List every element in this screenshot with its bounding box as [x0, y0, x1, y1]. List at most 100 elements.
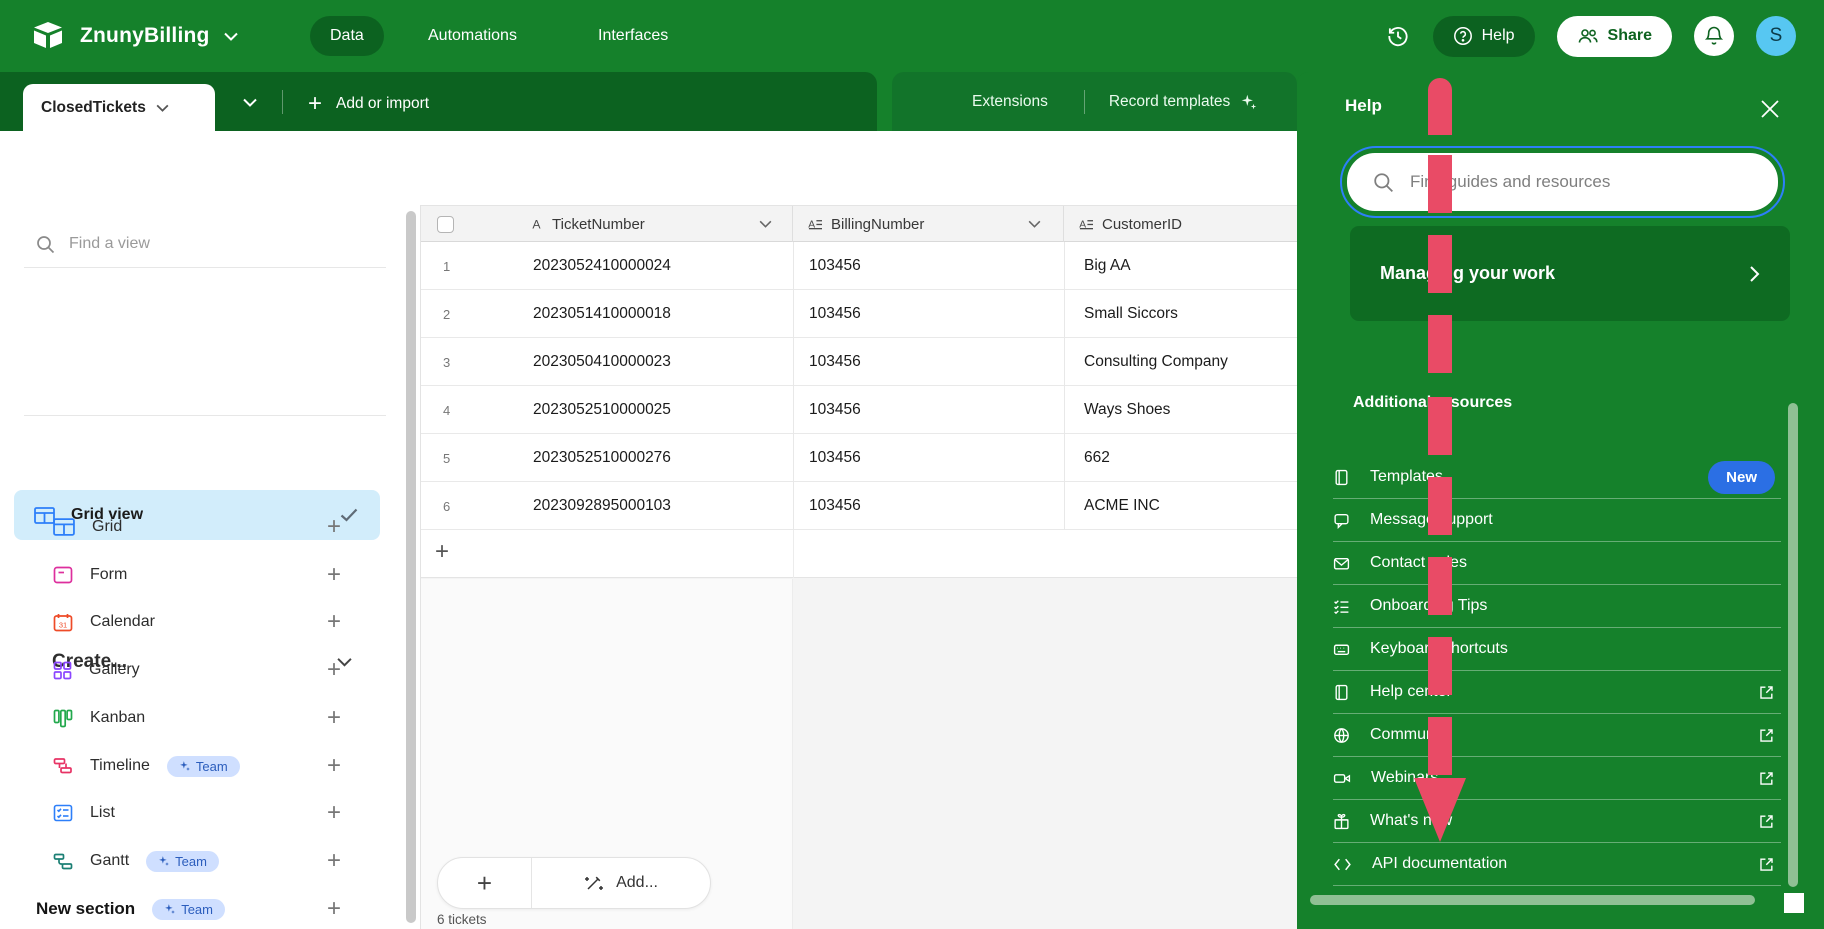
find-view-input[interactable]	[69, 235, 309, 253]
cell-billingnumber[interactable]: 103456	[809, 386, 861, 434]
app-title-chevron-down-icon[interactable]	[224, 32, 238, 41]
help-item-templates[interactable]: Templates New	[1333, 456, 1781, 499]
search-icon	[1373, 172, 1394, 193]
add-or-import-button[interactable]: + Add or import	[308, 90, 429, 118]
cell-billingnumber[interactable]: 103456	[809, 482, 861, 530]
help-vertical-scrollbar[interactable]	[1788, 403, 1798, 887]
nav-tab-interfaces[interactable]: Interfaces	[578, 16, 688, 56]
help-item-label: Contact sales	[1370, 554, 1467, 572]
help-item-webinars[interactable]: Webinars	[1333, 757, 1781, 800]
app-title[interactable]: ZnunyBilling	[80, 24, 210, 48]
table-row[interactable]: 3 2023050410000023 103456 Consulting Com…	[421, 338, 1297, 386]
team-badge-label: Team	[175, 854, 207, 869]
cell-customerid[interactable]: ACME INC	[1084, 482, 1160, 530]
team-badge-label: Team	[181, 902, 213, 917]
column-header-customerid[interactable]: A CustomerID	[1064, 206, 1297, 242]
row-number: 5	[443, 434, 450, 482]
table-tab-chevron-down-icon[interactable]	[156, 104, 169, 112]
notifications-button[interactable]	[1694, 16, 1734, 56]
add-view-plus-icon[interactable]: +	[327, 752, 341, 780]
help-horizontal-scrollbar[interactable]	[1310, 895, 1755, 905]
create-item-grid[interactable]: Grid +	[53, 510, 383, 544]
cell-ticketnumber[interactable]: 2023051410000018	[533, 290, 671, 338]
cell-ticketnumber[interactable]: 2023052510000025	[533, 386, 671, 434]
cell-billingnumber[interactable]: 103456	[809, 242, 861, 290]
column-chevron-down-icon[interactable]	[759, 220, 772, 228]
create-item-calendar[interactable]: 31 Calendar +	[53, 605, 383, 639]
add-record-row[interactable]: +	[421, 530, 1297, 578]
timeline-icon	[53, 757, 73, 775]
cell-ticketnumber[interactable]: 2023050410000023	[533, 338, 671, 386]
add-view-plus-icon[interactable]: +	[327, 799, 341, 827]
column-header-billingnumber[interactable]: A BillingNumber	[793, 206, 1064, 242]
cell-customerid[interactable]: Small Siccors	[1084, 290, 1178, 338]
table-row[interactable]: 2 2023051410000018 103456 Small Siccors	[421, 290, 1297, 338]
help-item-help-center[interactable]: Help center	[1333, 671, 1781, 714]
cell-billingnumber[interactable]: 103456	[809, 338, 861, 386]
external-link-icon	[1758, 684, 1775, 701]
cell-customerid[interactable]: Big AA	[1084, 242, 1131, 290]
close-icon[interactable]	[1759, 98, 1781, 120]
add-view-plus-icon[interactable]: +	[327, 847, 341, 875]
help-item-message-support[interactable]: Message support	[1333, 499, 1781, 542]
sidebar-scrollbar[interactable]	[406, 211, 416, 923]
cell-ticketnumber[interactable]: 2023092895000103	[533, 482, 671, 530]
nav-tab-automations[interactable]: Automations	[408, 16, 537, 56]
cell-customerid[interactable]: Consulting Company	[1084, 338, 1228, 386]
share-button[interactable]: Share	[1557, 16, 1672, 57]
add-view-plus-icon[interactable]: +	[327, 513, 341, 541]
create-item-form[interactable]: Form +	[53, 558, 383, 592]
add-view-plus-icon[interactable]: +	[327, 561, 341, 589]
help-search-focus-ring	[1340, 146, 1785, 218]
help-search[interactable]	[1347, 153, 1778, 211]
table-row[interactable]: 6 2023092895000103 103456 ACME INC	[421, 482, 1297, 530]
table-tab-closedtickets[interactable]: ClosedTickets	[23, 84, 215, 131]
table-tab-label: ClosedTickets	[41, 99, 146, 117]
add-view-plus-icon[interactable]: +	[327, 608, 341, 636]
add-view-plus-icon[interactable]: +	[327, 656, 341, 684]
create-item-timeline[interactable]: Timeline Team +	[53, 749, 383, 783]
cell-billingnumber[interactable]: 103456	[809, 434, 861, 482]
add-view-plus-icon[interactable]: +	[327, 704, 341, 732]
user-avatar[interactable]: S	[1756, 16, 1796, 56]
help-item-api-documentation[interactable]: API documentation	[1333, 843, 1781, 886]
nav-tab-data[interactable]: Data	[310, 16, 384, 56]
chat-bubble-icon	[1333, 512, 1350, 529]
find-view-search[interactable]	[36, 229, 366, 259]
help-item-contact-sales[interactable]: Contact sales	[1333, 542, 1781, 585]
cell-billingnumber[interactable]: 103456	[809, 290, 861, 338]
help-search-input[interactable]	[1410, 172, 1740, 192]
tables-list-chevron-down-icon[interactable]	[243, 98, 257, 107]
create-item-gallery[interactable]: Gallery +	[53, 653, 383, 687]
create-item-kanban[interactable]: Kanban +	[53, 701, 383, 735]
top-navbar: ZnunyBilling Data Automations Interfaces…	[0, 0, 1824, 72]
column-chevron-down-icon[interactable]	[1028, 220, 1041, 228]
cell-customerid[interactable]: Ways Shoes	[1084, 386, 1170, 434]
create-item-new-section[interactable]: New section Team +	[36, 892, 366, 926]
create-item-gantt[interactable]: Gantt Team +	[53, 844, 383, 878]
cell-ticketnumber[interactable]: 2023052510000276	[533, 434, 671, 482]
svg-text:A: A	[532, 217, 541, 231]
add-record-button[interactable]: +	[438, 858, 532, 908]
table-row[interactable]: 4 2023052510000025 103456 Ways Shoes	[421, 386, 1297, 434]
cell-customerid[interactable]: 662	[1084, 434, 1110, 482]
add-section-plus-icon[interactable]: +	[327, 895, 341, 923]
help-item-onboarding-tips[interactable]: Onboarding Tips	[1333, 585, 1781, 628]
help-item-keyboard-shortcuts[interactable]: Keyboard shortcuts	[1333, 628, 1781, 671]
history-icon[interactable]	[1385, 23, 1411, 49]
add-with-ai-button[interactable]: Add...	[532, 858, 710, 908]
help-button[interactable]: Help	[1433, 16, 1535, 57]
extensions-button[interactable]: Extensions	[892, 93, 1084, 111]
create-item-label: Gallery	[89, 661, 140, 679]
managing-your-work-card[interactable]: Managing your work	[1350, 226, 1790, 321]
cell-ticketnumber[interactable]: 2023052410000024	[533, 242, 671, 290]
sidebar-divider	[24, 267, 386, 268]
record-templates-button[interactable]: Record templates	[1085, 93, 1240, 111]
column-header-ticketnumber[interactable]: A TicketNumber	[421, 206, 793, 242]
table-row[interactable]: 5 2023052510000276 103456 662	[421, 434, 1297, 482]
help-item-community[interactable]: Community	[1333, 714, 1781, 757]
create-item-list[interactable]: List +	[53, 796, 383, 830]
arrow-head-icon	[1409, 776, 1471, 844]
help-item-whats-new[interactable]: What's new	[1333, 800, 1781, 843]
table-row[interactable]: 1 2023052410000024 103456 Big AA	[421, 242, 1297, 290]
